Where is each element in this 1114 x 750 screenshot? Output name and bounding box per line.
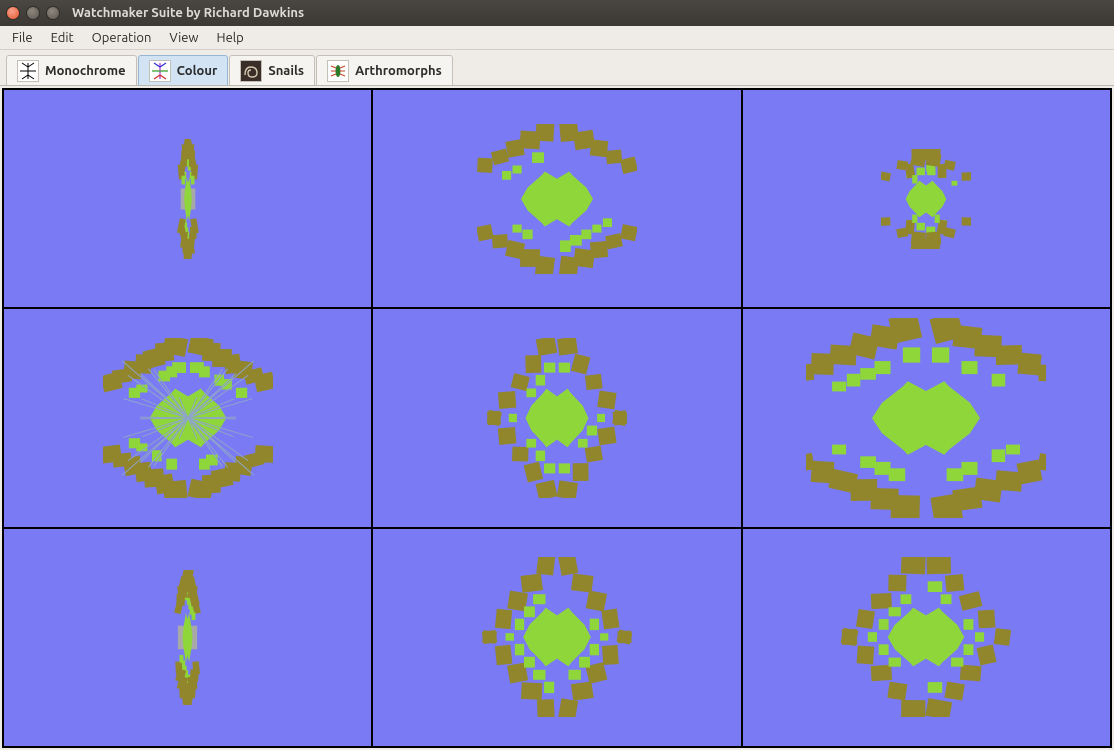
minimize-icon[interactable]	[26, 6, 40, 20]
window-title: Watchmaker Suite by Richard Dawkins	[72, 6, 304, 20]
biomorph-cell[interactable]	[4, 529, 371, 746]
menu-file[interactable]: File	[4, 29, 41, 47]
close-icon[interactable]	[6, 6, 20, 20]
biomorph-colour-icon	[149, 60, 171, 82]
tabbar: Monochrome Colour Snails Arthromorphs	[0, 50, 1114, 86]
snail-icon	[240, 60, 262, 82]
window-controls	[6, 6, 60, 20]
tab-colour[interactable]: Colour	[138, 55, 229, 85]
tab-snails[interactable]: Snails	[229, 55, 315, 85]
tab-label: Snails	[268, 64, 304, 78]
menu-edit[interactable]: Edit	[43, 29, 82, 47]
menubar: File Edit Operation View Help	[0, 26, 1114, 50]
biomorph-grid	[2, 88, 1112, 748]
tab-monochrome[interactable]: Monochrome	[6, 55, 137, 85]
tab-label: Arthromorphs	[355, 64, 442, 78]
biomorph-cell[interactable]	[4, 309, 371, 526]
titlebar: Watchmaker Suite by Richard Dawkins	[0, 0, 1114, 26]
menu-help[interactable]: Help	[209, 29, 252, 47]
biomorph-cell[interactable]	[4, 90, 371, 307]
biomorph-cell[interactable]	[373, 90, 740, 307]
biomorph-cell[interactable]	[743, 529, 1110, 746]
menu-operation[interactable]: Operation	[84, 29, 160, 47]
tab-arthromorphs[interactable]: Arthromorphs	[316, 55, 453, 85]
tab-label: Monochrome	[45, 64, 126, 78]
biomorph-cell[interactable]	[743, 309, 1110, 526]
menu-view[interactable]: View	[161, 29, 206, 47]
maximize-icon[interactable]	[46, 6, 60, 20]
arthromorph-icon	[327, 60, 349, 82]
biomorph-bw-icon	[17, 60, 39, 82]
biomorph-cell[interactable]	[743, 90, 1110, 307]
biomorph-cell[interactable]	[373, 529, 740, 746]
breeding-grid-area	[0, 86, 1114, 750]
tab-label: Colour	[177, 64, 218, 78]
biomorph-cell[interactable]	[373, 309, 740, 526]
